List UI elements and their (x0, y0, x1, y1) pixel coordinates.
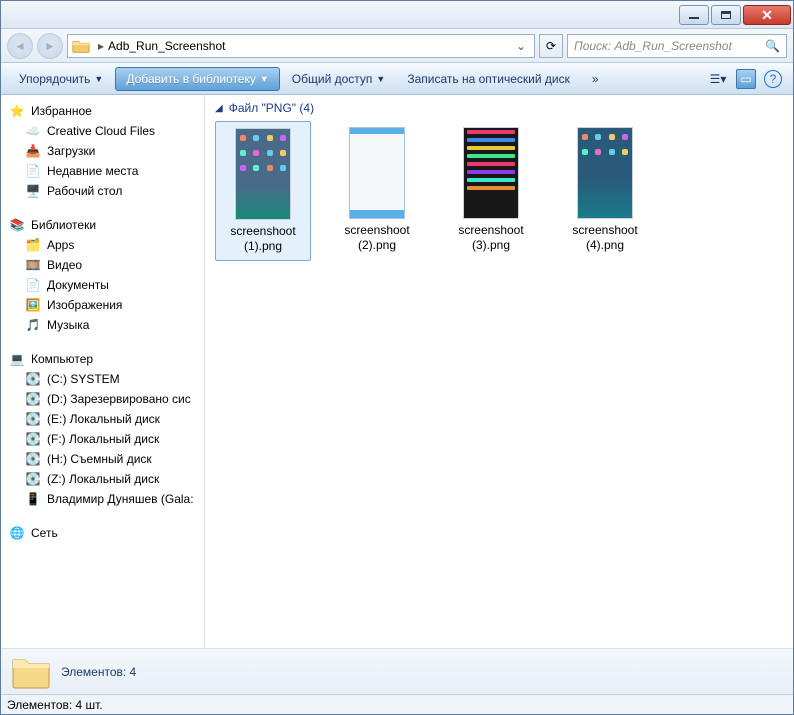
status-text: Элементов: 4 шт. (7, 698, 103, 712)
video-icon: 🎞️ (25, 257, 41, 273)
libraries-icon: 📚 (9, 217, 25, 233)
phone-icon: 📱 (25, 491, 41, 507)
back-button[interactable]: ◄ (7, 33, 33, 59)
address-bar[interactable]: ▸ Adb_Run_Screenshot ⌄ (67, 34, 535, 58)
details-bar: Элементов: 4 (1, 648, 793, 694)
sidebar-item-drive-e[interactable]: 💽(E:) Локальный диск (3, 409, 202, 429)
forward-button[interactable]: ► (37, 33, 63, 59)
sidebar-item-pictures[interactable]: 🖼️Изображения (3, 295, 202, 315)
sidebar-item-drive-c[interactable]: 💽(C:) SYSTEM (3, 369, 202, 389)
drive-icon: 💽 (25, 391, 41, 407)
network-icon: 🌐 (9, 525, 25, 541)
organize-button[interactable]: Упорядочить▼ (9, 68, 113, 90)
titlebar: ✕ (1, 1, 793, 29)
folder-icon (72, 38, 90, 54)
file-item[interactable]: screenshoot (3).png (443, 121, 539, 261)
file-group-label: Файл "PNG" (4) (229, 101, 314, 115)
add-to-library-button[interactable]: Добавить в библиотеку▼ (115, 67, 279, 91)
sidebar-item-phone[interactable]: 📱Владимир Дуняшев (Gala: (3, 489, 202, 509)
file-thumbnail (349, 127, 405, 219)
share-button[interactable]: Общий доступ▼ (282, 68, 396, 90)
file-name: screenshoot (4).png (572, 223, 637, 253)
minimize-button[interactable] (679, 5, 709, 25)
cloud-icon: ☁️ (25, 123, 41, 139)
details-count: Элементов: 4 (61, 665, 136, 679)
preview-pane-button[interactable]: ▭ (736, 69, 756, 89)
file-name: screenshoot (1).png (230, 224, 295, 254)
navbar: ◄ ► ▸ Adb_Run_Screenshot ⌄ ⟳ Поиск: Adb_… (1, 29, 793, 63)
sidebar-item-drive-f[interactable]: 💽(F:) Локальный диск (3, 429, 202, 449)
sidebar: ⭐Избранное ☁️Creative Cloud Files 📥Загру… (1, 95, 205, 648)
sidebar-item-drive-h[interactable]: 💽(H:) Съемный диск (3, 449, 202, 469)
drive-icon: 💽 (25, 371, 41, 387)
sidebar-favorites-head[interactable]: ⭐Избранное (3, 101, 202, 121)
drive-icon: 💽 (25, 471, 41, 487)
sidebar-item-music[interactable]: 🎵Музыка (3, 315, 202, 335)
drive-icon: 💽 (25, 411, 41, 427)
file-thumbnail (577, 127, 633, 219)
star-icon: ⭐ (9, 103, 25, 119)
collapse-icon: ◢ (215, 103, 223, 114)
computer-icon: 💻 (9, 351, 25, 367)
file-thumbnail (463, 127, 519, 219)
sidebar-item-video[interactable]: 🎞️Видео (3, 255, 202, 275)
address-dropdown-icon[interactable]: ⌄ (512, 39, 530, 53)
burn-button[interactable]: Записать на оптический диск (397, 68, 580, 90)
search-icon[interactable]: 🔍 (765, 39, 780, 53)
drive-icon: 💽 (25, 431, 41, 447)
close-button[interactable]: ✕ (743, 5, 791, 25)
explorer-window: ✕ ◄ ► ▸ Adb_Run_Screenshot ⌄ ⟳ Поиск: Ad… (0, 0, 794, 715)
file-item[interactable]: screenshoot (1).png (215, 121, 311, 261)
sidebar-item-apps[interactable]: 🗂️Apps (3, 235, 202, 255)
sidebar-libraries-head[interactable]: 📚Библиотеки (3, 215, 202, 235)
refresh-button[interactable]: ⟳ (539, 34, 563, 58)
file-thumbnail (235, 128, 291, 220)
breadcrumb-folder[interactable]: Adb_Run_Screenshot (108, 39, 225, 53)
music-icon: 🎵 (25, 317, 41, 333)
sidebar-network-head[interactable]: 🌐Сеть (3, 523, 202, 543)
folder-icon (11, 654, 51, 690)
content-pane[interactable]: ◢ Файл "PNG" (4) screenshoot (1).png scr… (205, 95, 793, 648)
breadcrumb-sep-icon: ▸ (98, 39, 104, 53)
sidebar-item-desktop[interactable]: 🖥️Рабочий стол (3, 181, 202, 201)
file-group-header[interactable]: ◢ Файл "PNG" (4) (215, 101, 783, 115)
body: ⭐Избранное ☁️Creative Cloud Files 📥Загру… (1, 95, 793, 648)
pictures-icon: 🖼️ (25, 297, 41, 313)
sidebar-item-documents[interactable]: 📄Документы (3, 275, 202, 295)
sidebar-libraries: 📚Библиотеки 🗂️Apps 🎞️Видео 📄Документы 🖼️… (3, 215, 202, 335)
file-name: screenshoot (2).png (344, 223, 409, 253)
maximize-button[interactable] (711, 5, 741, 25)
sidebar-favorites: ⭐Избранное ☁️Creative Cloud Files 📥Загру… (3, 101, 202, 201)
sidebar-computer: 💻Компьютер 💽(C:) SYSTEM 💽(D:) Зарезервир… (3, 349, 202, 509)
apps-icon: 🗂️ (25, 237, 41, 253)
status-bar: Элементов: 4 шт. (1, 694, 793, 714)
file-item[interactable]: screenshoot (4).png (557, 121, 653, 261)
toolbar: Упорядочить▼ Добавить в библиотеку▼ Общи… (1, 63, 793, 95)
file-item[interactable]: screenshoot (2).png (329, 121, 425, 261)
help-button[interactable]: ? (764, 70, 782, 88)
desktop-icon: 🖥️ (25, 183, 41, 199)
document-icon: 📄 (25, 277, 41, 293)
recent-icon: 📄 (25, 163, 41, 179)
drive-icon: 💽 (25, 451, 41, 467)
sidebar-item-recent[interactable]: 📄Недавние места (3, 161, 202, 181)
sidebar-computer-head[interactable]: 💻Компьютер (3, 349, 202, 369)
download-icon: 📥 (25, 143, 41, 159)
files-grid: screenshoot (1).png screenshoot (2).png … (215, 121, 783, 261)
sidebar-item-drive-z[interactable]: 💽(Z:) Локальный диск (3, 469, 202, 489)
toolbar-overflow[interactable]: » (582, 68, 609, 90)
view-options-button[interactable]: ☰▾ (708, 69, 728, 89)
sidebar-item-creative-cloud[interactable]: ☁️Creative Cloud Files (3, 121, 202, 141)
sidebar-item-drive-d[interactable]: 💽(D:) Зарезервировано сис (3, 389, 202, 409)
sidebar-item-downloads[interactable]: 📥Загрузки (3, 141, 202, 161)
search-placeholder: Поиск: Adb_Run_Screenshot (574, 39, 732, 53)
file-name: screenshoot (3).png (458, 223, 523, 253)
sidebar-network: 🌐Сеть (3, 523, 202, 543)
search-box[interactable]: Поиск: Adb_Run_Screenshot 🔍 (567, 34, 787, 58)
